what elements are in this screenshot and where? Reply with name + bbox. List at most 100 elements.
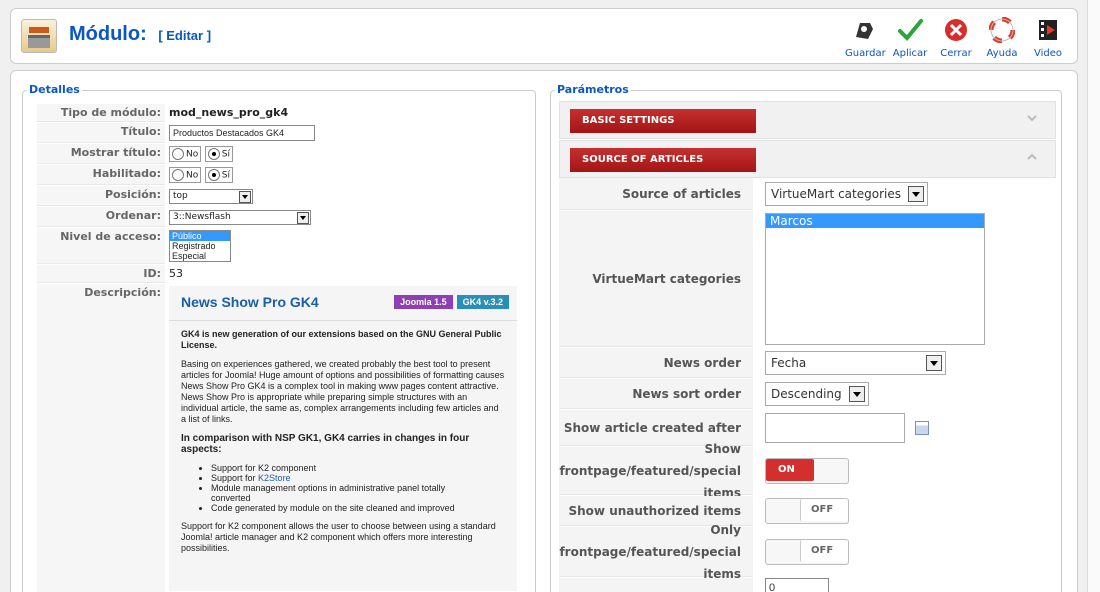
apply-button[interactable]: Aplicar [891,15,929,59]
chevron-down-icon [1027,115,1037,122]
vm-categories-row: VirtueMart categories Marcos [559,211,1054,347]
show-title-label: Mostrar título: [37,144,165,164]
yes-text: Sí [221,149,230,160]
bullet-prefix: Support for [211,473,256,483]
show-title-no[interactable]: No [169,146,202,162]
partial-input[interactable]: 0 [765,578,829,592]
chevron-down-icon [926,355,942,371]
list-item: Support for K2 component [211,463,487,473]
toggle-off-knob: OFF [800,499,848,521]
source-select[interactable]: VirtueMart categories [765,182,928,206]
desc-paragraph: Basing on experiences gathered, we creat… [181,359,505,424]
chevron-down-icon [297,212,309,224]
toggle-on-knob: ON [766,459,814,481]
chevron-up-icon [1027,153,1037,160]
calendar-icon[interactable] [915,421,929,435]
joomla-badge: Joomla 1.5 [394,295,453,309]
yes-text: Sí [221,170,230,181]
page-title: Módulo: [ Editar ] [69,23,211,46]
vm-category-option[interactable]: Marcos [766,214,984,228]
details-legend: Detalles [27,83,82,96]
no-text: No [186,149,199,160]
title-input[interactable]: Productos Destacados GK4 [169,125,315,141]
news-sort-label: News sort order [559,379,753,409]
save-icon [856,23,873,39]
order-select[interactable]: 3::Newsflash [169,210,311,225]
source-row: Source of articles VirtueMart categories [559,178,1054,210]
frontpage-row: Show frontpage/featured/special items ON [559,442,1054,500]
module-icon [21,19,57,53]
news-order-label: News order [559,348,753,378]
k2store-link[interactable]: K2Store [258,473,291,483]
list-item: Code generated by module on the site cle… [211,503,487,513]
desc-subheading: In comparison with NSP GK1, GK4 carries … [181,433,470,455]
unauthorized-toggle[interactable]: OFF [765,498,849,524]
radio-checked-icon [207,148,220,160]
access-option[interactable]: Público [170,231,230,241]
help-button[interactable]: Ayuda [983,15,1021,59]
frontpage-label: Show frontpage/featured/special items [559,442,753,500]
close-button[interactable]: Cerrar [937,15,975,59]
news-sort-select[interactable]: Descending [765,382,869,406]
version-badge: GK4 v.3.2 [456,295,509,309]
video-film-icon [1039,20,1057,40]
news-sort-row: News sort order Descending [559,379,1054,409]
page: Módulo: [ Editar ] Guardar Aplicar Cerra… [0,0,1100,592]
chevron-down-icon [848,386,865,402]
help-label: Ayuda [986,48,1018,59]
close-label: Cerrar [940,48,972,59]
desc-list: Support for K2 component Support for K2S… [199,463,487,513]
description-box: News Show Pro GK4 Joomla 1.5 GK4 v.3.2 G… [169,286,517,591]
toolbar: Guardar Aplicar Cerrar Ayuda Video [845,15,1067,59]
params-legend: Parámetros [555,83,631,96]
toggle-off-knob: OFF [800,540,848,562]
basic-settings-panel[interactable]: BASIC SETTINGS [559,101,1056,139]
description-label: Descripción: [37,284,165,592]
source-label: Source of articles [559,178,753,210]
apply-check-icon [898,19,923,41]
title-label: Título: [37,123,165,143]
source-of-articles-panel[interactable]: SOURCE OF ARTICLES [559,140,1056,178]
position-value: top [173,191,188,201]
save-label: Guardar [845,48,886,59]
edit-label: [ Editar ] [158,28,212,43]
frontpage-toggle[interactable]: ON [765,458,849,484]
list-item: Module management options in administrat… [211,483,487,503]
enabled-no[interactable]: No [169,167,202,183]
save-button[interactable]: Guardar [845,15,886,59]
desc-intro: GK4 is new generation of our extensions … [181,329,502,350]
show-title-yes[interactable]: Sí [204,146,233,162]
partial-row: 0 [559,578,1054,592]
news-order-select[interactable]: Fecha [765,351,946,375]
enabled-label: Habilitado: [37,165,165,185]
module-type-label: Tipo de módulo: [37,104,165,122]
access-label: Nivel de acceso: [37,228,165,264]
radio-icon [172,148,184,160]
position-label: Posición: [37,186,165,206]
video-button[interactable]: Video [1029,15,1067,59]
only-frontpage-row: Only frontpage/featured/special items OF… [559,523,1054,581]
only-frontpage-toggle[interactable]: OFF [765,539,849,565]
window-scrollbar[interactable] [1087,0,1100,592]
id-value: 53 [169,267,183,280]
access-option[interactable]: Especial [170,251,230,261]
page-title-text: Módulo: [69,23,147,45]
desc-heading: News Show Pro GK4 [181,294,319,310]
created-after-input[interactable] [765,413,905,443]
access-listbox[interactable]: Público Registrado Especial [169,230,231,262]
access-option[interactable]: Registrado [170,241,230,251]
position-select[interactable]: top [169,189,253,204]
no-text: No [186,170,199,181]
details-fieldset: Detalles Tipo de módulo: mod_news_pro_gk… [22,83,536,592]
partial-label [559,578,753,592]
source-of-articles-tab[interactable]: SOURCE OF ARTICLES [570,148,756,172]
module-type-value: mod_news_pro_gk4 [169,106,289,119]
chevron-down-icon [907,186,924,202]
apply-label: Aplicar [892,48,928,59]
enabled-yes[interactable]: Sí [204,167,233,183]
news-sort-value: Descending [771,387,842,401]
order-value: 3::Newsflash [173,212,231,222]
basic-settings-tab[interactable]: BASIC SETTINGS [570,109,756,133]
vm-categories-listbox[interactable]: Marcos [765,213,985,345]
header-bar: Módulo: [ Editar ] Guardar Aplicar Cerra… [10,8,1078,64]
